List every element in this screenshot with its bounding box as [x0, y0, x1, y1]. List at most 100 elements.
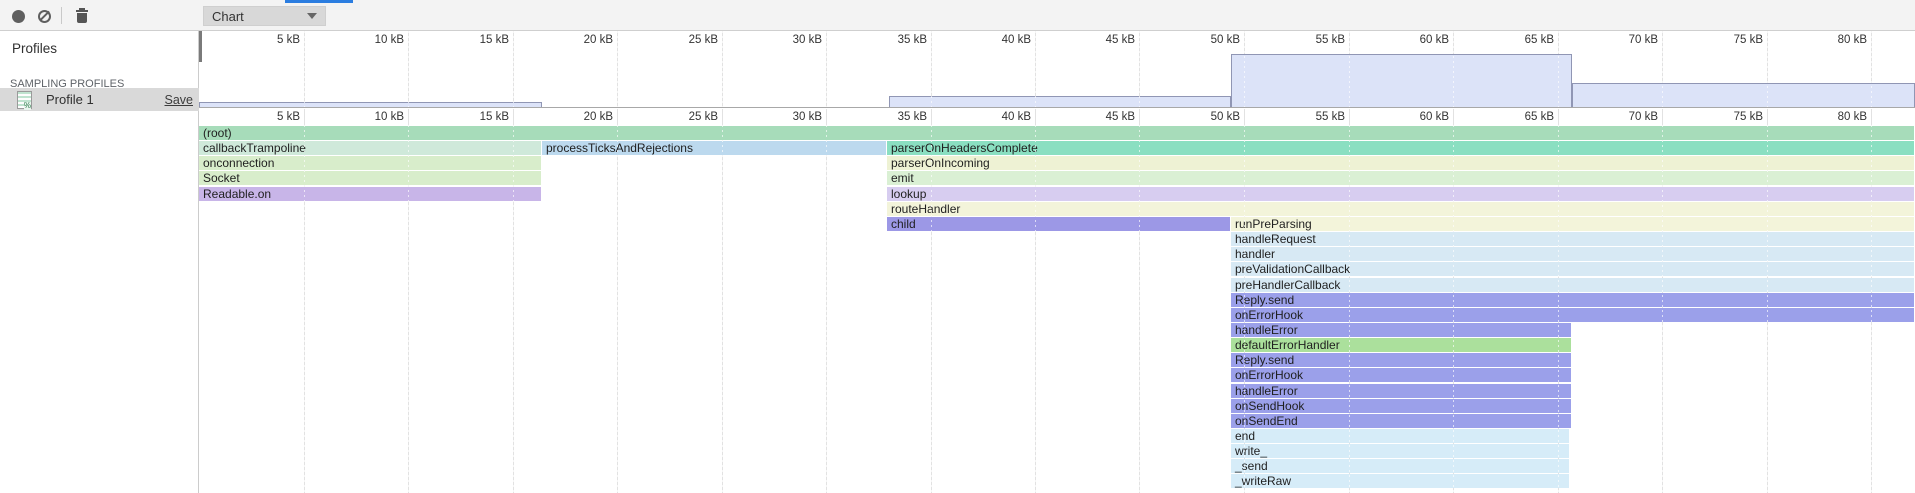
flame-ruler-tick: 40 kB — [971, 111, 1031, 123]
overview-area-step — [199, 102, 542, 107]
flame-bar[interactable]: child — [887, 217, 1230, 231]
flame-gridline-dashed — [1558, 125, 1559, 493]
flame-bar[interactable]: Socket — [199, 171, 541, 185]
flame-bar-label: _send — [1231, 459, 1268, 473]
flame-chart[interactable]: 5 kB10 kB15 kB20 kB25 kB30 kB35 kB40 kB4… — [199, 109, 1915, 493]
overview-ruler-tick: 20 kB — [553, 34, 613, 46]
flame-bar[interactable]: preHandlerCallback — [1231, 278, 1914, 292]
overview-ruler-tick: 25 kB — [658, 34, 718, 46]
overview-area-step — [1231, 54, 1572, 107]
flame-bar-label: parserOnIncoming — [887, 156, 990, 170]
scrollbar-thumb[interactable] — [199, 31, 202, 62]
flame-gridline-dashed — [1662, 125, 1663, 493]
flame-bar[interactable]: _send — [1231, 459, 1569, 473]
flame-bar[interactable]: onSendEnd — [1231, 414, 1571, 428]
flame-bar-label: Socket — [199, 171, 240, 185]
flame-ruler-tick: 75 kB — [1703, 111, 1763, 123]
overview-ruler-tick: 40 kB — [971, 34, 1031, 46]
profile-icon: % — [17, 91, 32, 109]
flame-bar[interactable]: emit — [887, 171, 1914, 185]
flame-bar[interactable]: handleRequest — [1231, 232, 1914, 246]
overview-gridline-dashed — [826, 31, 827, 108]
trash-icon — [76, 10, 88, 23]
flame-bar[interactable]: routeHandler — [887, 202, 1914, 216]
flame-ruler-tick: 65 kB — [1494, 111, 1554, 123]
memory-overview[interactable]: 5 kB10 kB15 kB20 kB25 kB30 kB35 kB40 kB4… — [199, 31, 1915, 108]
flame-ruler-tick: 70 kB — [1598, 111, 1658, 123]
flame-bar[interactable]: onSendHook — [1231, 399, 1571, 413]
flame-bar[interactable]: lookup — [887, 187, 1914, 201]
overview-gridline-dashed — [1453, 31, 1454, 108]
flame-bar[interactable]: Readable.on — [199, 187, 541, 201]
flame-bar[interactable]: preValidationCallback — [1231, 262, 1914, 276]
flame-bar[interactable]: parserOnIncoming — [887, 156, 1914, 170]
flame-bar[interactable]: onconnection — [199, 156, 541, 170]
flame-bar-label: preValidationCallback — [1231, 262, 1350, 276]
clear-all-button[interactable] — [35, 7, 53, 25]
profile-row[interactable]: % Profile 1 Save — [0, 88, 199, 111]
flame-bar-label: handler — [1231, 247, 1275, 261]
overview-gridline-dashed — [1871, 31, 1872, 108]
sampling-profiles-section-label: SAMPLING PROFILES — [0, 56, 198, 90]
save-link[interactable]: Save — [165, 93, 194, 107]
flame-ruler-tick: 20 kB — [553, 111, 613, 123]
overview-ruler-tick: 30 kB — [762, 34, 822, 46]
flame-gridline-dashed — [1871, 125, 1872, 493]
clear-icon — [38, 10, 51, 23]
flame-ruler-tick: 55 kB — [1285, 111, 1345, 123]
overview-ruler-tick: 50 kB — [1180, 34, 1240, 46]
flame-gridline-dashed — [617, 125, 618, 493]
profile-name: Profile 1 — [46, 92, 94, 107]
flame-gridline-dashed — [513, 125, 514, 493]
flame-gridline-dashed — [826, 125, 827, 493]
flame-bar-label: handleError — [1231, 323, 1298, 337]
flame-bar[interactable]: handleError — [1231, 384, 1571, 398]
flame-bar[interactable]: onErrorHook — [1231, 308, 1914, 322]
flame-bar-label: callbackTrampoline — [199, 141, 306, 155]
delete-profile-button[interactable] — [73, 7, 91, 25]
overview-gridline-dashed — [1244, 31, 1245, 108]
flame-bar-label: _writeRaw — [1231, 474, 1291, 488]
flame-bar[interactable]: write_ — [1231, 444, 1569, 458]
flame-bar-label: child — [887, 217, 916, 231]
sidebar-title: Profiles — [0, 31, 198, 56]
flame-bar[interactable]: onErrorHook — [1231, 368, 1571, 382]
flame-bar-label: onconnection — [199, 156, 274, 170]
overview-area-step — [889, 96, 1231, 107]
flame-gridline-dashed — [722, 125, 723, 493]
chevron-down-icon — [307, 13, 317, 19]
flame-bar[interactable]: Reply.send — [1231, 293, 1914, 307]
overview-gridline-dashed — [931, 31, 932, 108]
flame-bar[interactable]: runPreParsing — [1231, 217, 1914, 231]
overview-ruler-tick: 55 kB — [1285, 34, 1345, 46]
flame-bar-label: defaultErrorHandler — [1231, 338, 1340, 352]
overview-ruler-tick: 65 kB — [1494, 34, 1554, 46]
flame-bar[interactable]: defaultErrorHandler — [1231, 338, 1571, 352]
view-mode-select[interactable]: Chart — [203, 6, 326, 26]
flame-bar[interactable]: handleError — [1231, 323, 1571, 337]
profiles-sidebar: Profiles SAMPLING PROFILES % Profile 1 S… — [0, 31, 199, 493]
flame-bar[interactable]: _writeRaw — [1231, 474, 1569, 488]
view-mode-value: Chart — [212, 9, 244, 24]
overview-gridline-dashed — [408, 31, 409, 108]
flame-gridline-dashed — [304, 125, 305, 493]
flame-gridline-dashed — [1349, 125, 1350, 493]
flame-gridline-dashed — [408, 125, 409, 493]
overview-gridline-dashed — [1558, 31, 1559, 108]
flame-bar[interactable]: callbackTrampoline — [199, 141, 541, 155]
overview-gridline-dashed — [304, 31, 305, 108]
flame-bar[interactable]: end — [1231, 429, 1569, 443]
record-button[interactable] — [9, 7, 27, 25]
flame-bar[interactable]: (root) — [199, 126, 1914, 140]
flame-ruler-tick: 30 kB — [762, 111, 822, 123]
flame-bar[interactable]: parserOnHeadersComplete — [887, 141, 1914, 155]
flame-bar-label: (root) — [199, 126, 232, 140]
flame-bar[interactable]: handler — [1231, 247, 1914, 261]
overview-gridline-dashed — [1767, 31, 1768, 108]
overview-ruler-tick: 15 kB — [449, 34, 509, 46]
flame-bar[interactable]: processTicksAndRejections — [542, 141, 886, 155]
flame-bar[interactable]: Reply.send — [1231, 353, 1571, 367]
flame-ruler-tick: 35 kB — [867, 111, 927, 123]
flame-bar-label: onErrorHook — [1231, 308, 1303, 322]
record-icon — [12, 10, 25, 23]
